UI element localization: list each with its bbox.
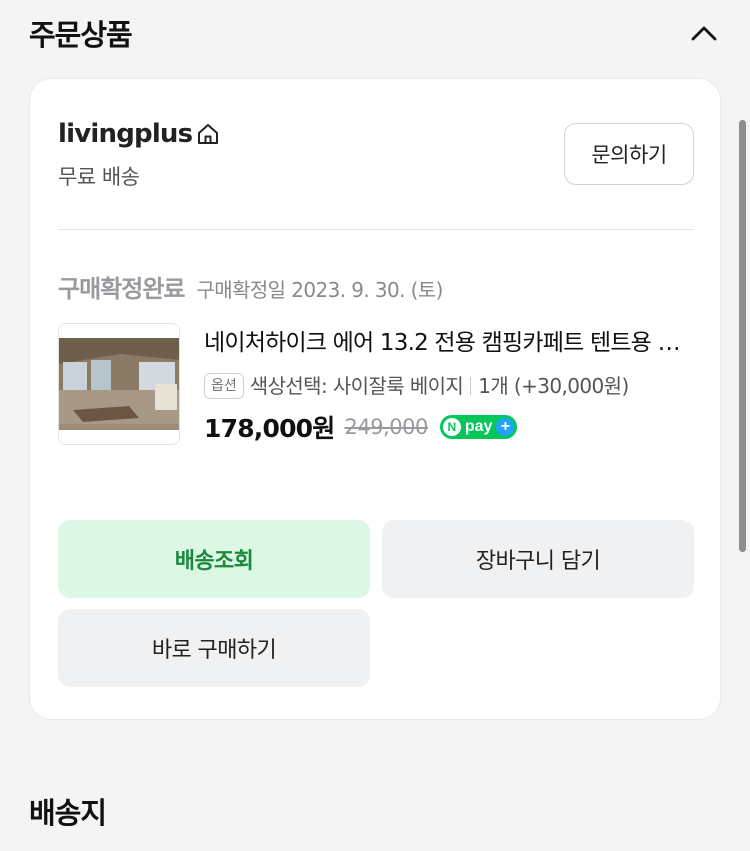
collapse-button[interactable]	[684, 13, 724, 53]
plus-icon: +	[496, 418, 515, 436]
confirm-date: 구매확정일 2023. 9. 30. (토)	[196, 278, 443, 302]
seller-name[interactable]: livingplus	[58, 119, 193, 149]
add-to-cart-button[interactable]: 장바구니 담기	[382, 520, 694, 598]
divider	[58, 229, 694, 230]
option-badge: 옵션	[204, 373, 244, 399]
delivery-section-title: 배송지	[29, 796, 107, 830]
npay-n-icon: N	[442, 418, 461, 436]
order-status-row: 구매확정완료 구매확정일 2023. 9. 30. (토)	[58, 269, 443, 304]
order-status: 구매확정완료	[58, 275, 185, 303]
product-name[interactable]: 네이처하이크 에어 13.2 전용 캠핑카페트 텐트용 러그	[204, 323, 694, 363]
inquiry-button[interactable]: 문의하기	[564, 123, 694, 185]
original-price: 249,000	[344, 415, 428, 439]
npay-plus-badge: N pay +	[439, 415, 518, 439]
home-icon[interactable]	[196, 122, 220, 146]
product-thumbnail[interactable]	[58, 323, 180, 445]
quantity-text: 1개 (+30,000원)	[478, 374, 629, 398]
option-text: 색상선택: 사이잘룩 베이지	[249, 374, 464, 398]
separator	[470, 377, 472, 395]
delivery-tracking-button[interactable]: 배송조회	[58, 520, 370, 598]
product-item[interactable]: 네이처하이크 에어 13.2 전용 캠핑카페트 텐트용 러그 옵션 색상선택: 사…	[58, 323, 694, 503]
scrollbar[interactable]	[739, 120, 746, 552]
price: 178,000원	[204, 414, 335, 443]
option-row: 옵션 색상선택: 사이잘룩 베이지 1개 (+30,000원)	[204, 369, 694, 403]
buy-now-button[interactable]: 바로 구매하기	[58, 609, 370, 687]
price-row: 178,000원 249,000 N pay +	[204, 409, 694, 445]
order-card: livingplus 무료 배송 문의하기 구매확정완료 구매확정일 2023.…	[29, 78, 721, 720]
product-image	[59, 324, 179, 444]
seller-info: livingplus 무료 배송 문의하기	[58, 119, 694, 191]
product-info: 네이처하이크 에어 13.2 전용 캠핑카페트 텐트용 러그 옵션 색상선택: 사…	[204, 323, 694, 445]
npay-text: pay	[464, 418, 493, 435]
order-section-header: 주문상품	[29, 8, 724, 58]
chevron-up-icon	[691, 26, 717, 41]
order-section-title: 주문상품	[29, 18, 133, 52]
